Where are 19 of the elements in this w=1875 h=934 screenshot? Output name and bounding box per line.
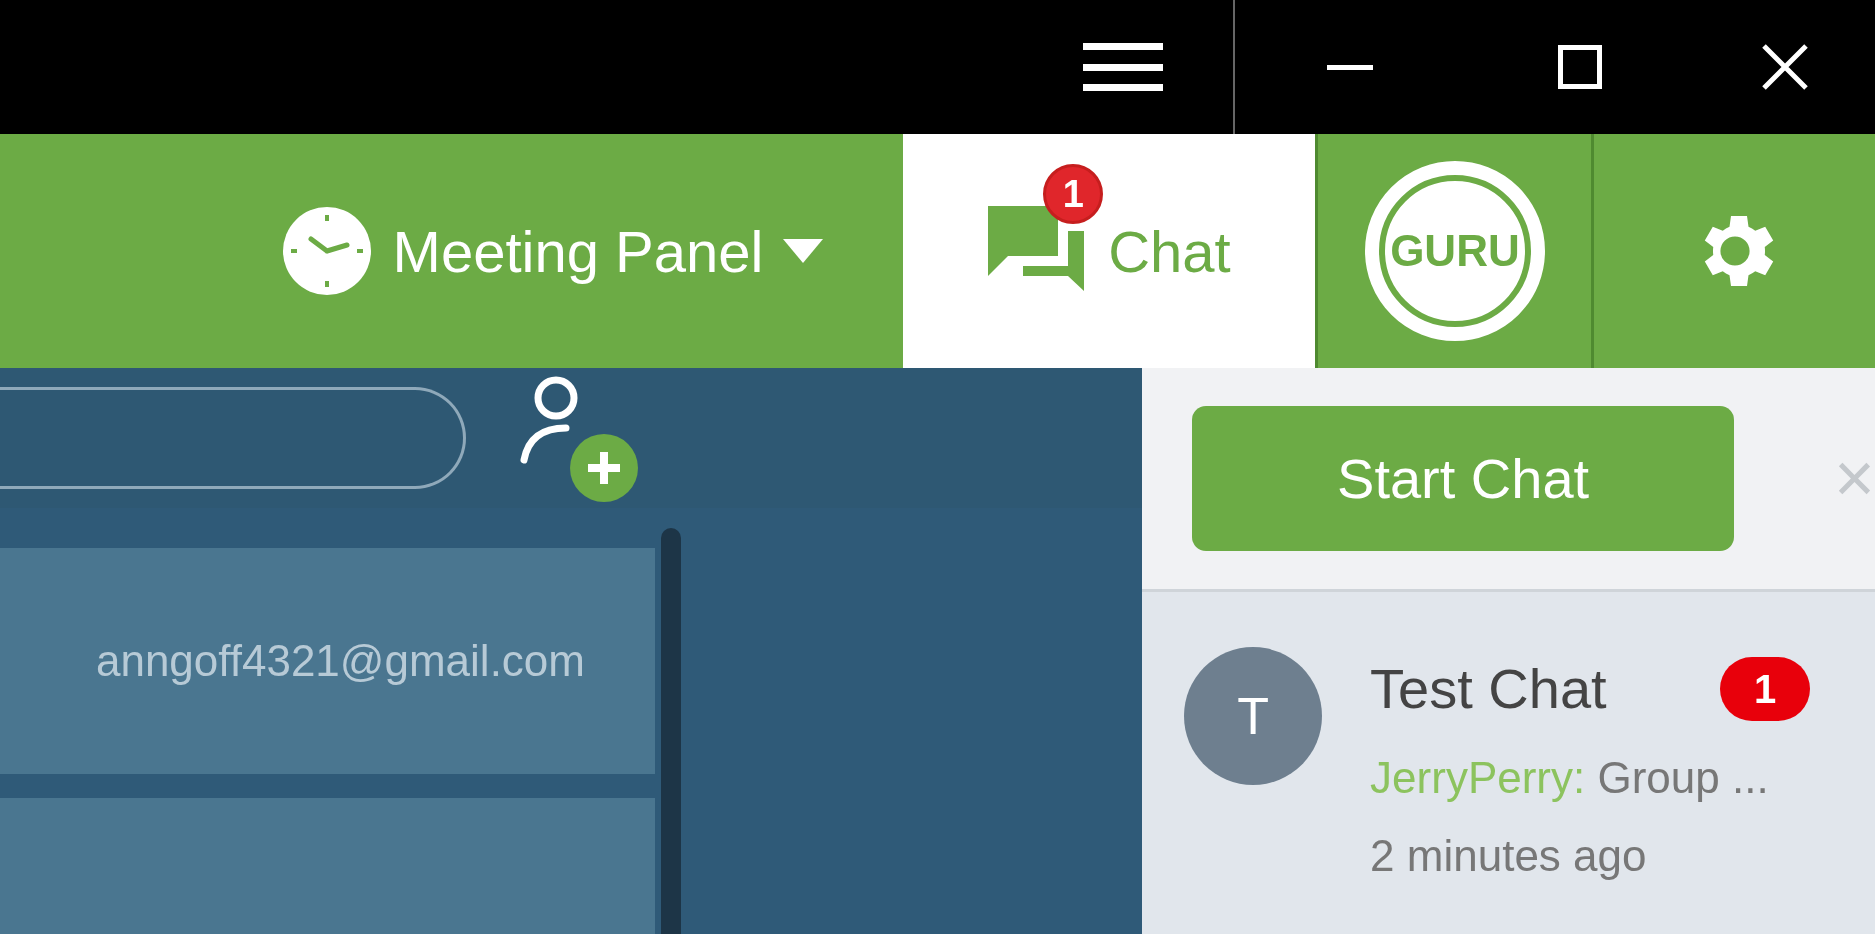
chat-time: 2 minutes ago xyxy=(1370,830,1648,882)
clock-icon xyxy=(280,205,373,297)
chat-preview: JerryPerry: Group ... xyxy=(1370,752,1770,804)
caret-icon xyxy=(783,239,824,263)
chat-name: Test Chat xyxy=(1370,656,1607,722)
close-icon xyxy=(1760,42,1810,92)
scrollbar[interactable] xyxy=(661,528,681,934)
chat-item[interactable]: T Test Chat 1 JerryPerry: Group ... 2 minutes ago xyxy=(1142,592,1875,889)
guru-logo[interactable]: GURU xyxy=(1364,161,1545,341)
search-field[interactable] xyxy=(0,387,466,489)
meeting-panel-dropdown[interactable]: Meeting Panel xyxy=(280,134,904,368)
close-button[interactable]: × xyxy=(1834,426,1875,531)
chat-tab[interactable]: Chat 1 xyxy=(903,134,1316,368)
unread-badge: 1 xyxy=(1720,657,1811,721)
contact-card[interactable]: anngoff4321@gmail.com xyxy=(0,548,655,774)
unread-badge: 1 xyxy=(1043,164,1104,224)
start-chat-button[interactable]: Start Chat xyxy=(1192,406,1735,551)
contact-email: anngoff4321@gmail.com xyxy=(95,635,585,687)
chat-avatar: T xyxy=(1184,647,1323,785)
